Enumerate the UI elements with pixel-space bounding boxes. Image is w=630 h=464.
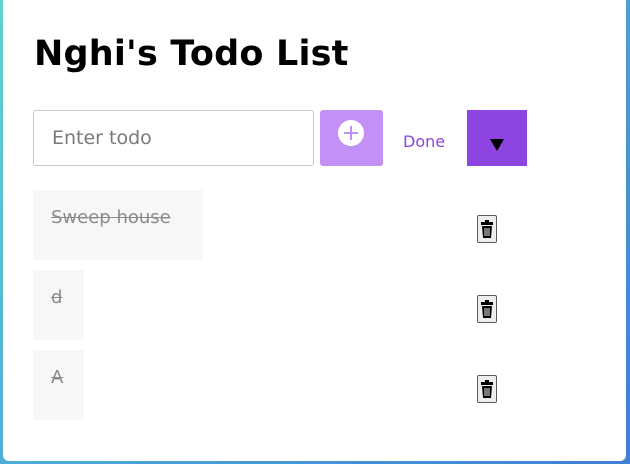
todo-item-text: Sweep house [51, 207, 171, 228]
plus-circle-icon [338, 120, 364, 146]
todo-card: Nghi's Todo List Done Sweep house d [3, 0, 626, 461]
delete-todo-button[interactable] [477, 375, 497, 403]
delete-todo-button[interactable] [477, 295, 497, 323]
page-title: Nghi's Todo List [34, 34, 349, 74]
caret-down-icon [490, 139, 504, 151]
todo-item-text: A [51, 367, 64, 388]
trash-icon [481, 300, 493, 318]
filter-selected-option[interactable]: Done [403, 132, 445, 151]
trash-icon [481, 220, 493, 238]
todo-item: Sweep house [33, 190, 203, 260]
todo-item: d [33, 270, 84, 340]
todo-input[interactable] [33, 110, 314, 166]
todo-item-text: d [51, 287, 63, 308]
trash-icon [481, 380, 493, 398]
filter-dropdown-button[interactable] [467, 110, 527, 166]
todo-item: A [33, 350, 84, 420]
delete-todo-button[interactable] [477, 215, 497, 243]
add-todo-button[interactable] [320, 110, 383, 166]
